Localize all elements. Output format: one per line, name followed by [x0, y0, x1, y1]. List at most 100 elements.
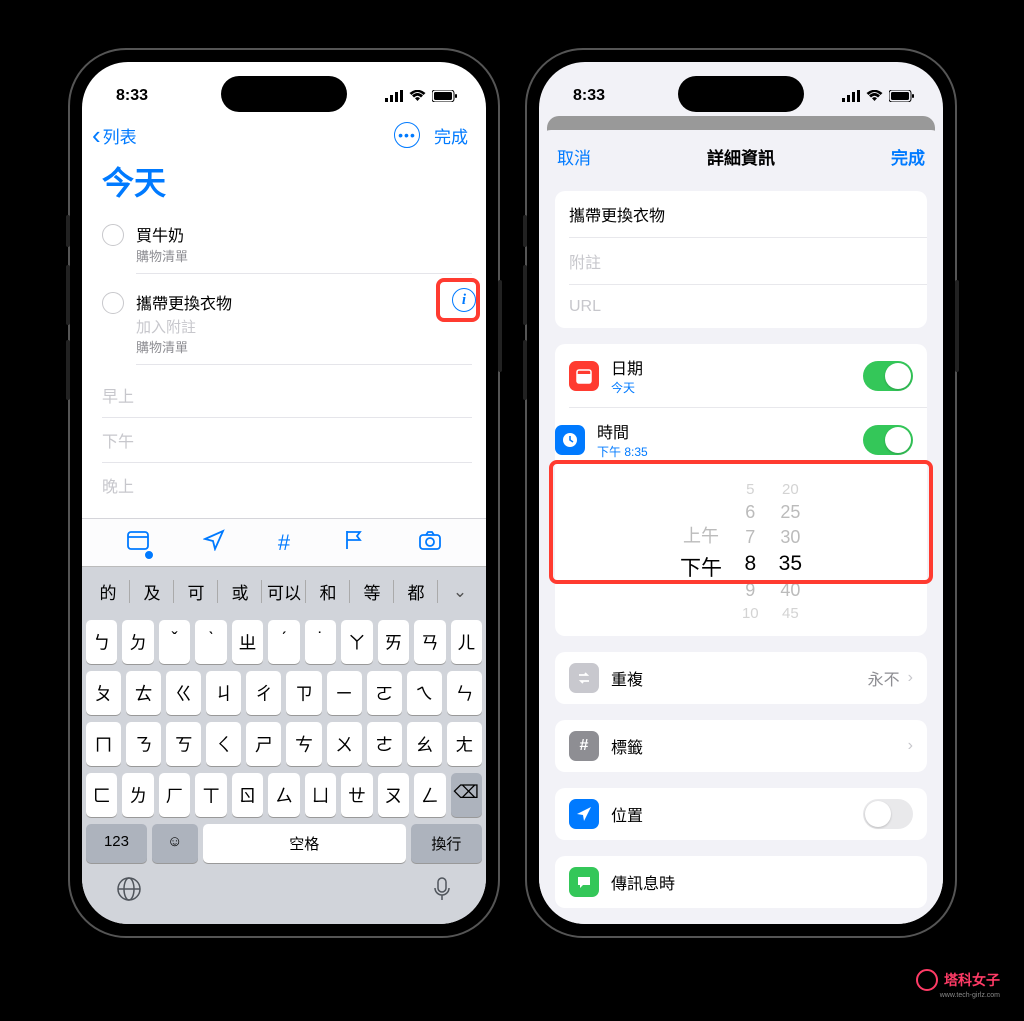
reminder-list-name: 購物清單 — [136, 337, 472, 356]
dictation-icon[interactable] — [432, 876, 452, 907]
keyboard-row: ㄈㄌㄏㄒㄖㄙㄩㄝㄡㄥ ⌫ — [86, 773, 482, 817]
key[interactable]: ㄏ — [159, 773, 190, 817]
key[interactable]: ㄛ — [367, 671, 402, 715]
key[interactable]: ㄦ — [451, 620, 482, 664]
key[interactable]: ㄎ — [166, 722, 201, 766]
candidate[interactable]: 都 — [394, 573, 438, 610]
reminder-item[interactable]: 攜帶更換衣物 加入附註 購物清單 i — [102, 282, 486, 373]
volume-button — [523, 340, 527, 400]
section-evening[interactable]: 晚上 — [102, 463, 472, 507]
date-toggle[interactable] — [863, 361, 913, 391]
candidate[interactable]: 及 — [130, 573, 174, 610]
hashtag-icon[interactable]: # — [278, 530, 290, 556]
space-key[interactable]: 空格 — [203, 824, 406, 863]
key[interactable]: ㄆ — [86, 671, 121, 715]
reminder-item[interactable]: 買牛奶 購物清單 — [102, 214, 486, 282]
more-button[interactable]: ••• — [394, 122, 420, 148]
return-key[interactable]: 換行 — [411, 824, 482, 863]
section-afternoon[interactable]: 下午 — [102, 418, 472, 463]
key[interactable]: ㄗ — [286, 671, 321, 715]
key[interactable]: ㄞ — [378, 620, 409, 664]
picker-am[interactable]: 上午 — [683, 522, 719, 548]
picker-hour-column[interactable]: 5 6 7 8 9 10 — [742, 481, 759, 622]
key[interactable]: ㄊ — [126, 671, 161, 715]
time-row[interactable]: 時間 下午 8:35 — [569, 407, 927, 471]
location-row[interactable]: 位置 — [555, 788, 927, 840]
key[interactable]: ㄐ — [206, 671, 241, 715]
done-button[interactable]: 完成 — [891, 144, 925, 169]
key[interactable]: ㄚ — [341, 620, 372, 664]
key[interactable]: ㄈ — [86, 773, 117, 817]
key[interactable]: ㄣ — [447, 671, 482, 715]
key[interactable]: ˇ — [159, 620, 190, 664]
key[interactable]: ㄓ — [232, 620, 263, 664]
key[interactable]: ㄕ — [246, 722, 281, 766]
emoji-key[interactable]: ☺ — [152, 824, 198, 863]
key[interactable]: ㄍ — [166, 671, 201, 715]
key[interactable]: ㄢ — [414, 620, 445, 664]
task-title-field[interactable]: 攜帶更換衣物 — [555, 191, 927, 237]
key[interactable]: ㄔ — [246, 671, 281, 715]
picker-ampm-column[interactable]: 上午 下午 — [680, 497, 722, 607]
done-button[interactable]: 完成 — [434, 123, 468, 148]
key[interactable]: ㄥ — [414, 773, 445, 817]
candidate[interactable]: 的 — [86, 573, 130, 610]
date-row[interactable]: 日期 今天 — [555, 344, 927, 407]
tags-row[interactable]: # 標籤 › — [555, 720, 927, 772]
schedule-icon[interactable] — [126, 529, 150, 556]
candidate[interactable]: 可 — [174, 573, 218, 610]
complete-radio[interactable] — [102, 292, 124, 314]
key[interactable]: ㄡ — [378, 773, 409, 817]
messaging-row[interactable]: 傳訊息時 — [555, 856, 927, 908]
key[interactable]: ㄨ — [327, 722, 362, 766]
backspace-key[interactable]: ⌫ — [451, 773, 482, 817]
expand-candidates-icon[interactable]: ⌄ — [438, 573, 482, 610]
numeric-key[interactable]: 123 — [86, 824, 147, 863]
key[interactable]: ㄜ — [367, 722, 402, 766]
camera-icon[interactable] — [418, 530, 442, 555]
key[interactable]: ㄧ — [327, 671, 362, 715]
key[interactable]: ㄋ — [126, 722, 161, 766]
repeat-row[interactable]: 重複 永不› — [555, 652, 927, 704]
key[interactable]: ㄌ — [122, 773, 153, 817]
key[interactable]: ㄒ — [195, 773, 226, 817]
key[interactable]: ㄇ — [86, 722, 121, 766]
key[interactable]: ㄠ — [407, 722, 442, 766]
key[interactable]: ㄙ — [268, 773, 299, 817]
complete-radio[interactable] — [102, 224, 124, 246]
key[interactable]: ㄖ — [232, 773, 263, 817]
key[interactable]: ㄩ — [305, 773, 336, 817]
location-icon[interactable] — [203, 529, 225, 556]
candidate[interactable]: 等 — [350, 573, 394, 610]
candidate[interactable]: 或 — [218, 573, 262, 610]
key[interactable]: ㄝ — [341, 773, 372, 817]
time-toggle[interactable] — [863, 425, 913, 455]
key[interactable]: ㄉ — [122, 620, 153, 664]
notes-field[interactable]: 附註 — [569, 237, 927, 284]
key[interactable]: ˊ — [268, 620, 299, 664]
picker-pm[interactable]: 下午 — [680, 552, 722, 582]
key[interactable]: ㄑ — [206, 722, 241, 766]
watermark-url: www.tech-girlz.com — [940, 992, 1000, 999]
key[interactable]: ㄘ — [286, 722, 321, 766]
key[interactable]: ˋ — [195, 620, 226, 664]
url-field[interactable]: URL — [569, 284, 927, 328]
location-toggle[interactable] — [863, 799, 913, 829]
section-morning[interactable]: 早上 — [102, 373, 472, 418]
candidate[interactable]: 可以 — [262, 573, 306, 610]
key[interactable]: ˙ — [305, 620, 336, 664]
candidate[interactable]: 和 — [306, 573, 350, 610]
globe-icon[interactable] — [116, 876, 142, 907]
volume-button — [66, 265, 70, 325]
chevron-right-icon: › — [908, 669, 913, 687]
picker-minute-column[interactable]: 20 25 30 35 40 45 — [779, 481, 802, 622]
back-button[interactable]: ‹ 列表 — [92, 122, 137, 148]
key[interactable]: ㄟ — [407, 671, 442, 715]
info-button[interactable]: i — [452, 288, 476, 312]
time-picker[interactable]: 上午 下午 5 6 7 8 9 10 20 25 — [555, 471, 927, 636]
key[interactable]: ㄅ — [86, 620, 117, 664]
flag-icon[interactable] — [343, 529, 365, 556]
cancel-button[interactable]: 取消 — [557, 144, 591, 169]
key[interactable]: ㄤ — [447, 722, 482, 766]
reminder-note-placeholder[interactable]: 加入附註 — [136, 316, 472, 337]
